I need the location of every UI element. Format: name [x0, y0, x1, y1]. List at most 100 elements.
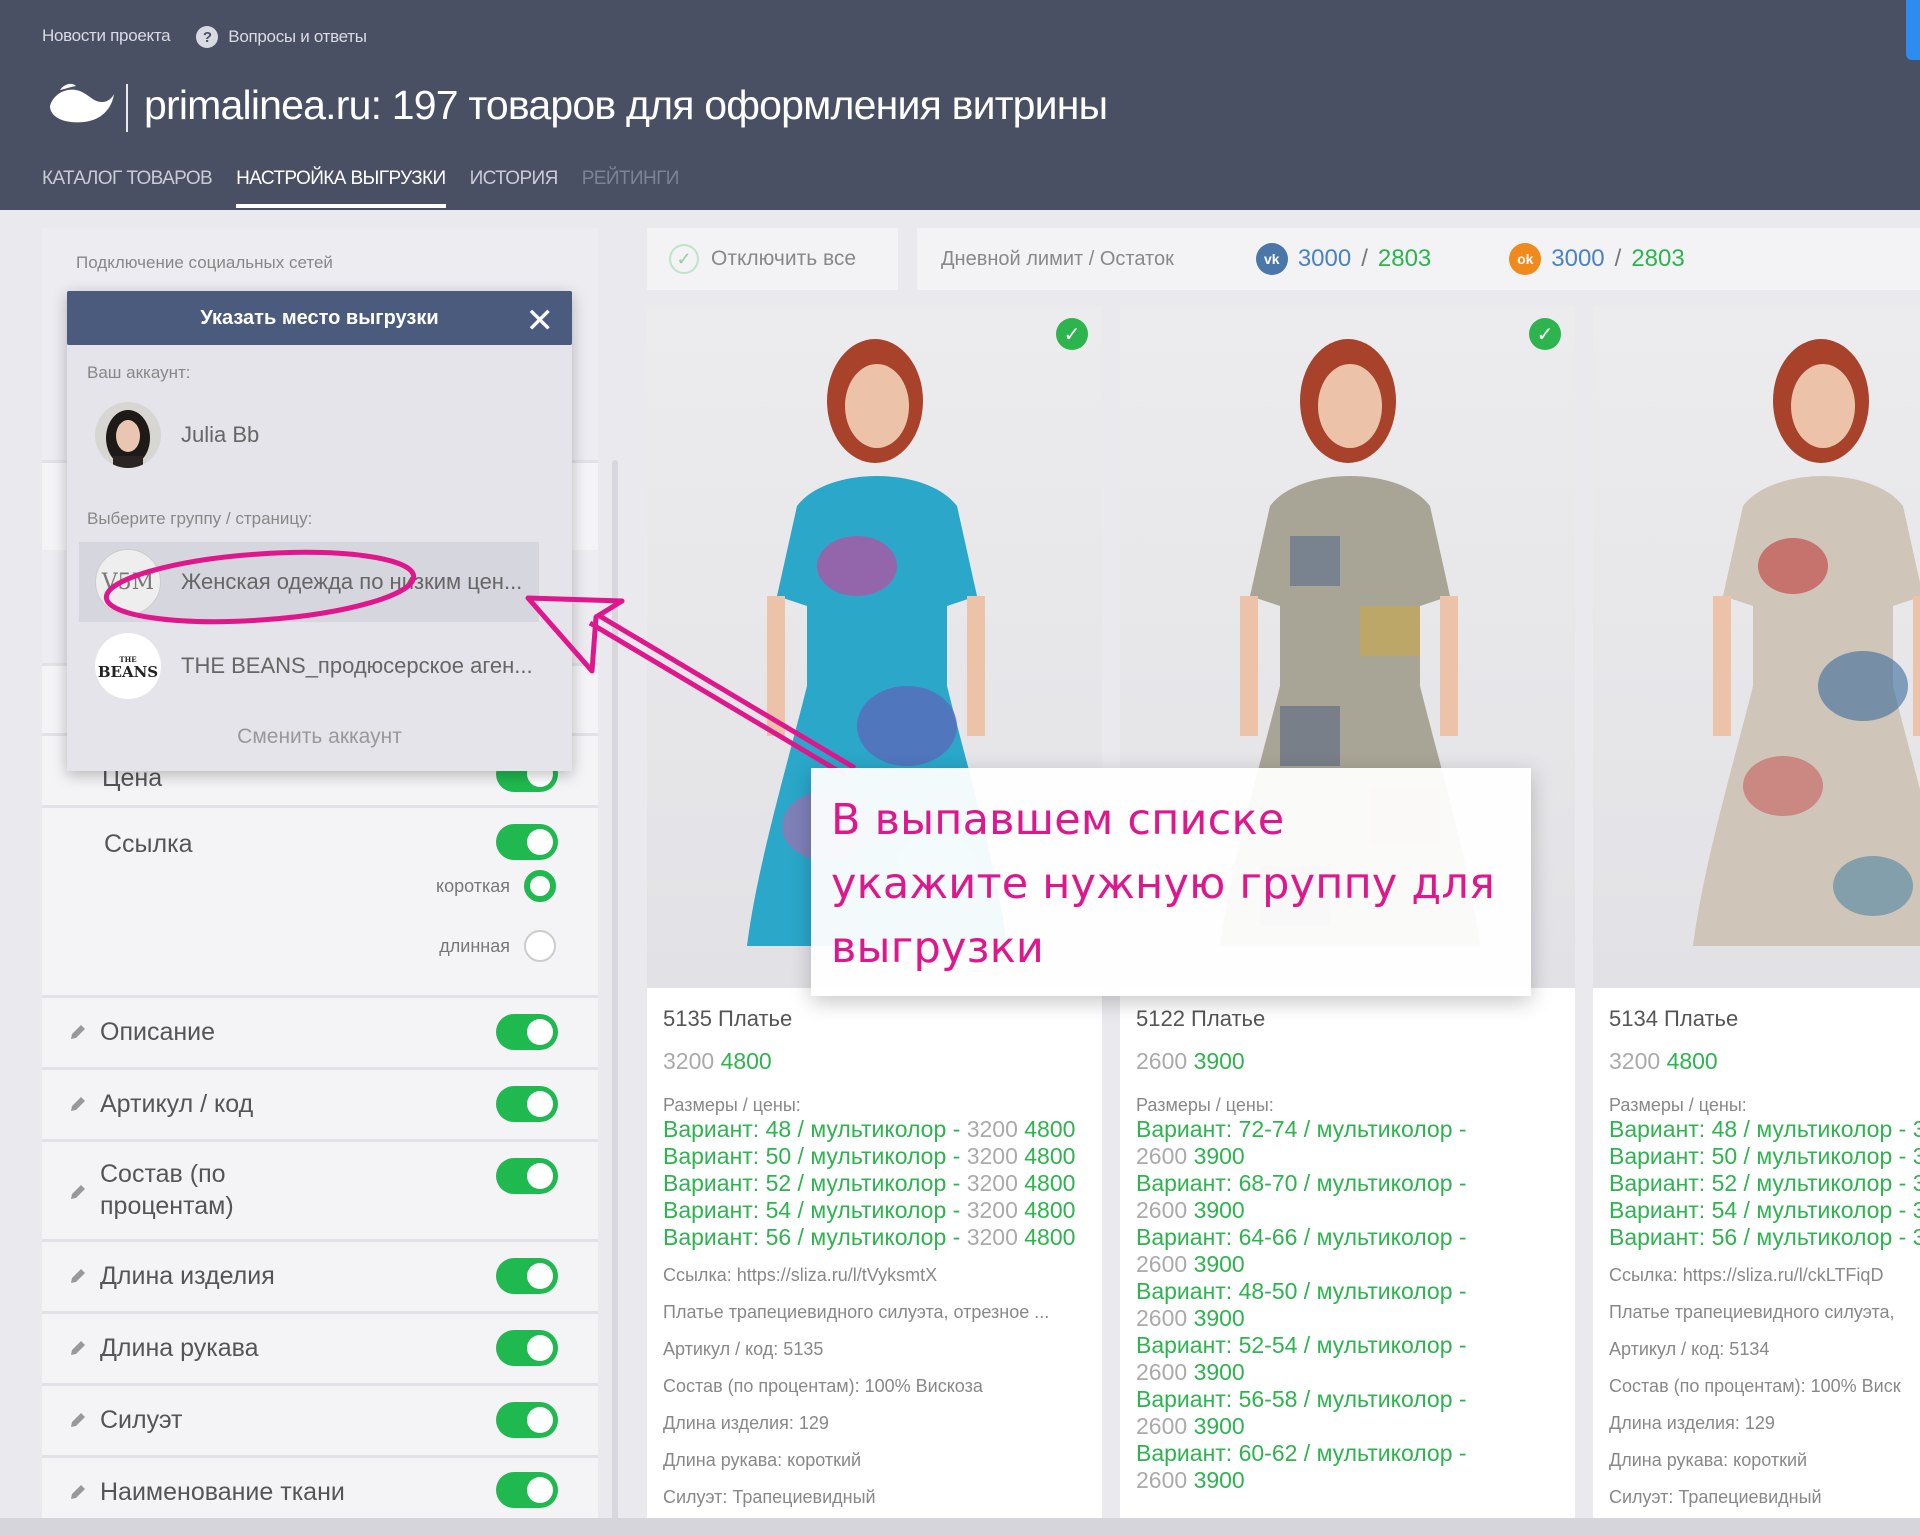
variant-new-price: 3900	[1193, 1359, 1245, 1385]
product-info: 5135 Платье 3200 4800 Размеры / цены: Ва…	[663, 1006, 1093, 1510]
article-toggle[interactable]	[496, 1086, 558, 1122]
variant-text: Вариант: 50 / мультиколор -	[663, 1143, 961, 1169]
ok-icon: ok	[1509, 243, 1542, 275]
meta-link[interactable]: Ссылка: https://sliza.ru/l/ckLTFiqD	[1609, 1263, 1920, 1288]
group-item-women-clothing[interactable]: V5M Женская одежда по низким цен...	[79, 542, 539, 622]
logo-divider	[126, 84, 128, 132]
news-link[interactable]: Новости проекта	[42, 26, 171, 48]
pencil-icon[interactable]	[68, 1266, 88, 1286]
variant-new-price: 4800	[1024, 1116, 1076, 1142]
dropdown-title: Указать место выгрузки	[200, 306, 439, 329]
new-price: 3900	[1193, 1048, 1245, 1074]
variant-new-price: 3900	[1193, 1413, 1245, 1439]
setting-row-silhouette: Силуэт	[42, 1383, 598, 1455]
meta-article: Артикул / код: 5134	[1609, 1339, 1770, 1359]
product-prices: 3200 4800	[1609, 1048, 1920, 1075]
setting-label-article: Артикул / код	[100, 1090, 254, 1118]
composition-toggle[interactable]	[496, 1158, 558, 1194]
faq-link[interactable]: ? Вопросы и ответы	[196, 26, 367, 48]
variant-new-price: 4800	[1024, 1224, 1076, 1250]
setting-row-composition: Состав (по процентам)	[42, 1139, 598, 1239]
variant-text: Вариант: 64-66 / мультиколор -	[1136, 1224, 1467, 1250]
pencil-icon[interactable]	[68, 1022, 88, 1042]
tab-ratings[interactable]: РЕЙТИНГИ	[582, 168, 680, 208]
variant-new-price: 3900	[1193, 1251, 1245, 1277]
old-price: 3200	[1609, 1048, 1661, 1074]
page-title: primalinea.ru: 197 товаров для оформлени…	[144, 82, 1108, 128]
variant-old-price: 2600	[1136, 1413, 1188, 1439]
meta-link[interactable]: Ссылка: https://sliza.ru/l/tVyksmtX	[663, 1263, 1093, 1288]
setting-row-article: Артикул / код	[42, 1067, 598, 1139]
variant-item: Вариант: 50 / мультиколор - 3	[1609, 1143, 1920, 1169]
variant-text: Вариант: 48-50 / мультиколор -	[1136, 1278, 1467, 1304]
corner-accent	[1906, 0, 1920, 60]
setting-row-fabric: Наименование ткани	[42, 1455, 598, 1518]
vk-limit: vk 3000 / 2803	[1255, 243, 1432, 275]
meta-silhouette: Силуэт: Трапециевидный	[1609, 1487, 1822, 1507]
tab-catalog[interactable]: КАТАЛОГ ТОВАРОВ	[42, 168, 213, 208]
annotation-callout: В выпавшем списке укажите нужную группу …	[811, 768, 1531, 996]
disable-all-button[interactable]: ✓ Отключить все	[647, 228, 898, 290]
fabric-toggle[interactable]	[496, 1472, 558, 1508]
meta-length: Длина изделия: 129	[1609, 1413, 1775, 1433]
tab-export-settings[interactable]: НАСТРОЙКА ВЫГРУЗКИ	[236, 168, 446, 208]
old-price: 3200	[663, 1048, 715, 1074]
description-toggle[interactable]	[496, 1014, 558, 1050]
selected-check-icon[interactable]: ✓	[1056, 318, 1088, 350]
top-links: Новости проекта ? Вопросы и ответы	[42, 26, 367, 48]
product-prices: 3200 4800	[663, 1048, 1093, 1075]
variant-list: Вариант: 48 / мультиколор - 3200 4800 Ва…	[663, 1116, 1093, 1251]
group-caption: Выберите группу / страницу:	[87, 509, 313, 528]
variant-old-price: 3200	[966, 1170, 1018, 1196]
sizes-caption: Размеры / цены:	[1136, 1095, 1274, 1115]
group-avatar-text: BEANS	[97, 663, 159, 681]
sizes-caption: Размеры / цены:	[1609, 1095, 1747, 1115]
silhouette-toggle[interactable]	[496, 1402, 558, 1438]
meta-sleeve: Длина рукава: короткий	[1609, 1450, 1808, 1470]
pencil-icon[interactable]	[68, 1182, 88, 1202]
pencil-icon[interactable]	[68, 1338, 88, 1358]
length-toggle[interactable]	[496, 1258, 558, 1294]
sleeve-toggle[interactable]	[496, 1330, 558, 1366]
variant-list: Вариант: 72-74 / мультиколор -2600 3900 …	[1136, 1116, 1566, 1494]
ok-limit: ok 3000 / 2803	[1509, 243, 1685, 275]
tab-history[interactable]: ИСТОРИЯ	[470, 168, 559, 208]
check-icon: ✓	[669, 244, 699, 274]
vk-limit-remaining: 2803	[1377, 245, 1432, 272]
variant-item: Вариант: 52 / мультиколор - 3200 4800	[663, 1170, 1093, 1197]
link-long-radio[interactable]	[524, 930, 556, 962]
product-card[interactable]: 5134 Платье 3200 4800 Размеры / цены: Ва…	[1593, 306, 1920, 1536]
link-long-option[interactable]: длинная	[439, 930, 556, 962]
main-tabs: КАТАЛОГ ТОВАРОВ НАСТРОЙКА ВЫГРУЗКИ ИСТОР…	[42, 168, 679, 208]
pencil-icon[interactable]	[68, 1410, 88, 1430]
pencil-icon[interactable]	[68, 1094, 88, 1114]
social-networks-label: Подключение социальных сетей	[76, 253, 333, 272]
switch-account-button[interactable]: Сменить аккаунт	[67, 725, 572, 749]
faq-link-label: Вопросы и ответы	[228, 27, 367, 46]
product-image[interactable]	[1593, 306, 1920, 988]
variant-item: Вариант: 50 / мультиколор - 3200 4800	[663, 1143, 1093, 1170]
meta-article: Артикул / код: 5135	[663, 1339, 824, 1359]
bird-logo-icon[interactable]	[46, 78, 116, 128]
variant-old-price: 3200	[966, 1197, 1018, 1223]
variant-item: Вариант: 64-66 / мультиколор -2600 3900	[1136, 1224, 1566, 1278]
pencil-icon[interactable]	[68, 1482, 88, 1502]
daily-limits-bar: Дневной лимит / Остаток vk 3000 / 2803 o…	[917, 228, 1920, 290]
variant-item: Вариант: 56-58 / мультиколор -2600 3900	[1136, 1386, 1566, 1440]
link-short-option[interactable]: короткая	[436, 870, 556, 902]
account-item[interactable]: Julia Bb	[79, 395, 539, 475]
dropdown-header: Указать место выгрузки ✕	[67, 291, 572, 345]
meta-silhouette: Силуэт: Трапециевидный	[663, 1487, 876, 1507]
selected-check-icon[interactable]: ✓	[1529, 318, 1561, 350]
variant-new-price: 4800	[1024, 1170, 1076, 1196]
annotation-line: выгрузки	[831, 923, 1045, 973]
close-icon[interactable]: ✕	[526, 301, 555, 341]
panel-scrollbar[interactable]	[612, 460, 618, 1520]
link-short-radio[interactable]	[524, 870, 556, 902]
link-toggle[interactable]	[496, 824, 558, 860]
variant-item: Вариант: 48 / мультиколор - 3	[1609, 1116, 1920, 1142]
vk-limit-total: 3000	[1297, 245, 1352, 272]
group-item-the-beans[interactable]: THE BEANS THE BEANS_продюсерское аген...	[79, 626, 539, 706]
variant-item: Вариант: 56 / мультиколор - 3200 4800	[663, 1224, 1093, 1251]
variant-item: Вариант: 68-70 / мультиколор -2600 3900	[1136, 1170, 1566, 1224]
